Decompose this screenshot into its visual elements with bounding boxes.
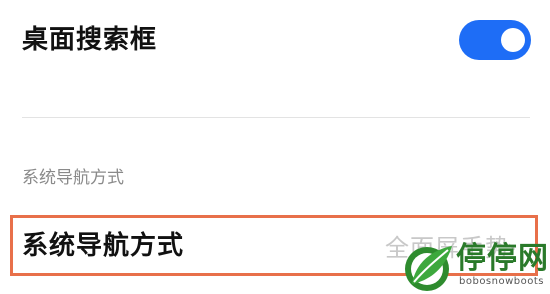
divider bbox=[22, 117, 530, 118]
navigation-mode-label: 系统导航方式 bbox=[22, 231, 185, 261]
watermark-brand: 停停网 bbox=[456, 241, 549, 276]
section-header-navigation: 系统导航方式 bbox=[22, 168, 124, 188]
desktop-search-row[interactable]: 桌面搜索框 bbox=[0, 0, 550, 88]
watermark-url: bobosnowboots bbox=[459, 276, 544, 287]
desktop-search-label: 桌面搜索框 bbox=[22, 25, 158, 55]
watermark: 停停网 bobosnowboots bbox=[402, 240, 550, 294]
desktop-search-toggle[interactable] bbox=[459, 20, 531, 60]
leaf-logo-icon bbox=[405, 246, 452, 291]
toggle-knob bbox=[501, 28, 525, 52]
